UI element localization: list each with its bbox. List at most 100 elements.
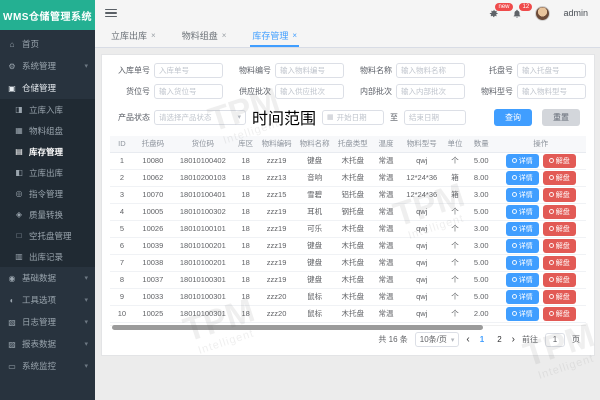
detail-button[interactable]: 详情 bbox=[506, 188, 539, 202]
page-size-select[interactable]: 10条/页▾ bbox=[415, 332, 460, 347]
sidebar-item-material-grouping[interactable]: ▦物料组盘 bbox=[0, 120, 95, 141]
detail-button[interactable]: 详情 bbox=[506, 205, 539, 219]
tab-close-icon[interactable]: × bbox=[292, 31, 297, 40]
filter-input[interactable] bbox=[154, 84, 223, 99]
cell: 常温 bbox=[372, 220, 401, 237]
product-status-select[interactable]: 请选择产品状态▾ bbox=[154, 110, 246, 125]
detail-button[interactable]: 详情 bbox=[506, 171, 539, 185]
search-button[interactable]: 查询 bbox=[494, 109, 532, 126]
time-range-label: 时间范围 bbox=[252, 105, 316, 129]
start-date-input[interactable] bbox=[337, 113, 379, 122]
release-button[interactable]: 解盘 bbox=[543, 273, 576, 287]
filter-row-status-time: 产品状态请选择产品状态▾时间范围▦至查询重置 bbox=[110, 105, 586, 129]
username[interactable]: admin bbox=[563, 8, 588, 18]
detail-button[interactable]: 详情 bbox=[506, 256, 539, 270]
filter-label: 供应批次 bbox=[231, 86, 271, 97]
pallet-group-icon: ▦ bbox=[14, 126, 24, 135]
sidebar-item-outbound-records[interactable]: ▥出库记录 bbox=[0, 246, 95, 267]
sidebar-item-report-data[interactable]: ▨报表数据▾ bbox=[0, 333, 95, 355]
sidebar-item-system-monitor[interactable]: ▭系统监控▾ bbox=[0, 355, 95, 377]
filter-input[interactable] bbox=[517, 84, 586, 99]
cell: zzz19 bbox=[258, 254, 296, 271]
release-button[interactable]: 解盘 bbox=[543, 154, 576, 168]
sidebar-item-warehouse-management[interactable]: ▣仓储管理 bbox=[0, 77, 95, 99]
reset-button[interactable]: 重置 bbox=[542, 109, 580, 126]
release-button[interactable]: 解盘 bbox=[543, 239, 576, 253]
sidebar-item-command-management[interactable]: ◎指令管理 bbox=[0, 183, 95, 204]
filter-input[interactable] bbox=[275, 84, 344, 99]
sidebar-item-log-management[interactable]: ▧日志管理▾ bbox=[0, 311, 95, 333]
detail-button[interactable]: 详情 bbox=[506, 239, 539, 253]
sidebar-collapse-icon[interactable] bbox=[105, 7, 117, 20]
sidebar-item-system-management[interactable]: ⚙系统管理▾ bbox=[0, 55, 95, 77]
release-button[interactable]: 解盘 bbox=[543, 307, 576, 321]
cell: 18 bbox=[234, 220, 258, 237]
cell: 18 bbox=[234, 305, 258, 322]
cell: 3 bbox=[110, 186, 134, 203]
cell: 木托盘 bbox=[334, 271, 372, 288]
avatar[interactable] bbox=[535, 6, 550, 21]
sidebar-item-home[interactable]: ⌂首页 bbox=[0, 33, 95, 55]
filter-input[interactable] bbox=[517, 63, 586, 78]
sidebar-item-label: 出库记录 bbox=[29, 251, 63, 263]
table-row: 3100701801010040118zzz15雪碧铝托盘常温12*24*36箱… bbox=[110, 186, 586, 203]
prev-page-button[interactable]: ‹ bbox=[466, 335, 469, 345]
next-page-button[interactable]: › bbox=[512, 335, 515, 345]
release-button[interactable]: 解盘 bbox=[543, 256, 576, 270]
scrollbar-thumb[interactable] bbox=[112, 325, 483, 330]
detail-button[interactable]: 详情 bbox=[506, 154, 539, 168]
page-number-2[interactable]: 2 bbox=[494, 335, 504, 344]
release-button[interactable]: 解盘 bbox=[543, 205, 576, 219]
sidebar-item-inbound[interactable]: ◨立库入库 bbox=[0, 99, 95, 120]
detail-button[interactable]: 详情 bbox=[506, 222, 539, 236]
settings-icon[interactable]: new bbox=[488, 8, 499, 19]
sidebar-item-label: 空托盘管理 bbox=[29, 230, 72, 242]
filter-input[interactable] bbox=[396, 84, 465, 99]
cell: 18 bbox=[234, 186, 258, 203]
filter-label: 产品状态 bbox=[110, 112, 150, 123]
warehouse-icon: ▣ bbox=[7, 84, 17, 93]
release-button[interactable]: 解盘 bbox=[543, 290, 576, 304]
tab-outbound[interactable]: 立库出库× bbox=[109, 26, 158, 47]
detail-icon bbox=[512, 226, 517, 231]
cell: 鼠标 bbox=[296, 305, 334, 322]
outbound-icon: ◧ bbox=[14, 168, 24, 177]
cell: zzz13 bbox=[258, 169, 296, 186]
tab-inventory[interactable]: 库存管理× bbox=[250, 26, 299, 47]
cell: 5.00 bbox=[467, 288, 496, 305]
sidebar-item-basic-data[interactable]: ◉基础数据▾ bbox=[0, 267, 95, 289]
goto-page-input[interactable] bbox=[545, 333, 565, 347]
tab-material-grouping[interactable]: 物料组盘× bbox=[180, 26, 229, 47]
cell: 常温 bbox=[372, 169, 401, 186]
filter-input[interactable] bbox=[275, 63, 344, 78]
notifications-icon[interactable]: 12 bbox=[512, 8, 522, 19]
sidebar-item-empty-pallet[interactable]: □空托盘管理 bbox=[0, 225, 95, 246]
cell: 1 bbox=[110, 152, 134, 169]
sidebar-item-tool-options[interactable]: ◐工具选项▾ bbox=[0, 289, 95, 311]
detail-label: 详情 bbox=[519, 207, 533, 217]
home-icon: ⌂ bbox=[7, 40, 17, 49]
page-number-1[interactable]: 1 bbox=[477, 335, 487, 344]
sidebar-item-quality-convert[interactable]: ◈质量转换 bbox=[0, 204, 95, 225]
detail-button[interactable]: 详情 bbox=[506, 290, 539, 304]
tab-close-icon[interactable]: × bbox=[151, 31, 156, 40]
filter-input[interactable] bbox=[154, 63, 223, 78]
database-icon: ◉ bbox=[7, 274, 17, 283]
release-button[interactable]: 解盘 bbox=[543, 171, 576, 185]
end-date-picker[interactable] bbox=[404, 110, 466, 125]
release-button[interactable]: 解盘 bbox=[543, 222, 576, 236]
tab-close-icon[interactable]: × bbox=[222, 31, 227, 40]
filter-input[interactable] bbox=[396, 63, 465, 78]
horizontal-scrollbar[interactable] bbox=[110, 325, 586, 327]
filter-field: 入库单号 bbox=[110, 63, 223, 78]
cell: qwj bbox=[400, 305, 443, 322]
end-date-input[interactable] bbox=[409, 113, 461, 122]
release-button[interactable]: 解盘 bbox=[543, 188, 576, 202]
detail-button[interactable]: 详情 bbox=[506, 307, 539, 321]
sidebar-item-outbound[interactable]: ◧立库出库 bbox=[0, 162, 95, 183]
release-label: 解盘 bbox=[556, 207, 570, 217]
sidebar-item-inventory[interactable]: ▤库存管理 bbox=[0, 141, 95, 162]
detail-button[interactable]: 详情 bbox=[506, 273, 539, 287]
start-date-picker[interactable]: ▦ bbox=[322, 110, 384, 125]
cell: 木托盘 bbox=[334, 288, 372, 305]
